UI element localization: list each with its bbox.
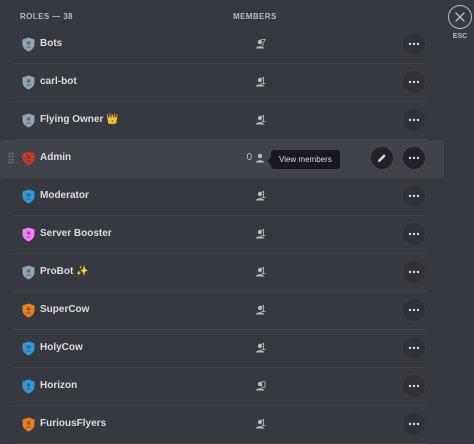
- person-icon: [255, 229, 265, 239]
- role-row[interactable]: SuperCow 1: [14, 292, 428, 330]
- more-dots-icon: [408, 80, 420, 84]
- more-options-button[interactable]: [403, 223, 425, 245]
- role-row[interactable]: Admin 0 View members: [0, 140, 444, 178]
- role-name-text: Admin: [40, 152, 72, 163]
- member-count: 0: [246, 152, 252, 163]
- more-dots-icon: [408, 156, 420, 160]
- role-name-text: ProBot: [40, 266, 74, 277]
- more-dots-icon: [408, 308, 420, 312]
- role-name-text: Server Booster: [40, 228, 112, 239]
- role-name-text: carl-bot: [40, 76, 77, 87]
- pencil-icon: [378, 154, 386, 162]
- role-name-text: Moderator: [40, 190, 89, 201]
- more-options-button[interactable]: [403, 375, 425, 397]
- role-shield-icon: [22, 37, 35, 52]
- role-name-text: FuriousFlyers: [40, 418, 107, 429]
- view-members-tooltip: View members: [267, 150, 340, 169]
- role-name: Server Booster: [40, 228, 112, 239]
- more-options-button[interactable]: [403, 337, 425, 359]
- person-icon: [255, 39, 265, 49]
- role-name: SuperCow: [40, 304, 89, 315]
- role-name-text: Horizon: [40, 380, 78, 391]
- person-icon: [255, 305, 265, 315]
- role-row[interactable]: Horizon 0: [14, 368, 428, 406]
- role-row[interactable]: carl-bot 1: [14, 64, 428, 102]
- more-options-button[interactable]: [403, 261, 425, 283]
- more-dots-icon: [408, 194, 420, 198]
- roles-column-header: ROLES — 38: [20, 12, 73, 21]
- more-options-button[interactable]: [403, 185, 425, 207]
- more-dots-icon: [408, 42, 420, 46]
- close-settings[interactable]: ESC: [447, 5, 473, 40]
- person-icon: [255, 115, 265, 125]
- role-shield-icon: [22, 75, 35, 90]
- role-shield-icon: [22, 151, 35, 166]
- more-options-button[interactable]: [403, 299, 425, 321]
- role-name: Moderator: [40, 190, 89, 201]
- roles-list: Bots 7 carl-bot 1 Flying Owner 👑 1 Admin…: [0, 26, 444, 444]
- role-name: Horizon: [40, 380, 77, 391]
- role-row[interactable]: ProBot ✨ 1: [14, 254, 428, 292]
- role-name: HolyCow: [40, 342, 83, 353]
- more-dots-icon: [408, 422, 420, 426]
- role-name: Admin: [40, 152, 71, 163]
- drag-handle-icon[interactable]: [8, 152, 14, 164]
- role-shield-icon: [22, 189, 35, 204]
- person-icon: [255, 419, 265, 429]
- role-name-text: Flying Owner: [40, 114, 104, 125]
- role-shield-icon: [22, 417, 35, 432]
- close-icon: [455, 12, 465, 22]
- edit-role-button[interactable]: [371, 147, 393, 169]
- role-name: Bots: [40, 38, 62, 49]
- role-name: Flying Owner 👑: [40, 114, 119, 125]
- role-row[interactable]: Flying Owner 👑 1: [14, 102, 428, 140]
- more-options-button[interactable]: [403, 147, 425, 169]
- more-dots-icon: [408, 118, 420, 122]
- role-name: carl-bot: [40, 76, 77, 87]
- person-icon: [255, 77, 265, 87]
- more-dots-icon: [408, 270, 420, 274]
- role-name: FuriousFlyers: [40, 418, 106, 429]
- close-button[interactable]: [448, 5, 472, 29]
- more-dots-icon: [408, 232, 420, 236]
- more-options-button[interactable]: [403, 71, 425, 93]
- role-row[interactable]: HolyCow 1: [14, 330, 428, 368]
- more-dots-icon: [408, 346, 420, 350]
- role-row[interactable]: FuriousFlyers 1: [14, 406, 428, 444]
- esc-label: ESC: [452, 33, 468, 40]
- role-badge-icon: ✨: [76, 266, 89, 277]
- person-icon: [255, 191, 265, 201]
- role-name: ProBot ✨: [40, 266, 89, 277]
- members-column-header: MEMBERS: [233, 12, 277, 21]
- role-shield-icon: [22, 113, 35, 128]
- role-name-text: Bots: [40, 38, 63, 49]
- role-shield-icon: [22, 341, 35, 356]
- person-icon: [255, 343, 265, 353]
- more-dots-icon: [408, 384, 420, 388]
- person-icon: [255, 381, 265, 391]
- role-badge-icon: 👑: [106, 114, 119, 125]
- role-shield-icon: [22, 227, 35, 242]
- role-name-text: SuperCow: [40, 304, 90, 315]
- role-row[interactable]: Server Booster 1: [14, 216, 428, 254]
- role-shield-icon: [22, 379, 35, 394]
- role-shield-icon: [22, 303, 35, 318]
- more-options-button[interactable]: [403, 109, 425, 131]
- person-icon: [255, 267, 265, 277]
- person-icon[interactable]: [255, 153, 265, 163]
- role-row[interactable]: Bots 7: [14, 26, 428, 64]
- role-name-text: HolyCow: [40, 342, 83, 353]
- more-options-button[interactable]: [403, 33, 425, 55]
- role-shield-icon: [22, 265, 35, 280]
- more-options-button[interactable]: [403, 413, 425, 435]
- role-row[interactable]: Moderator 1: [14, 178, 428, 216]
